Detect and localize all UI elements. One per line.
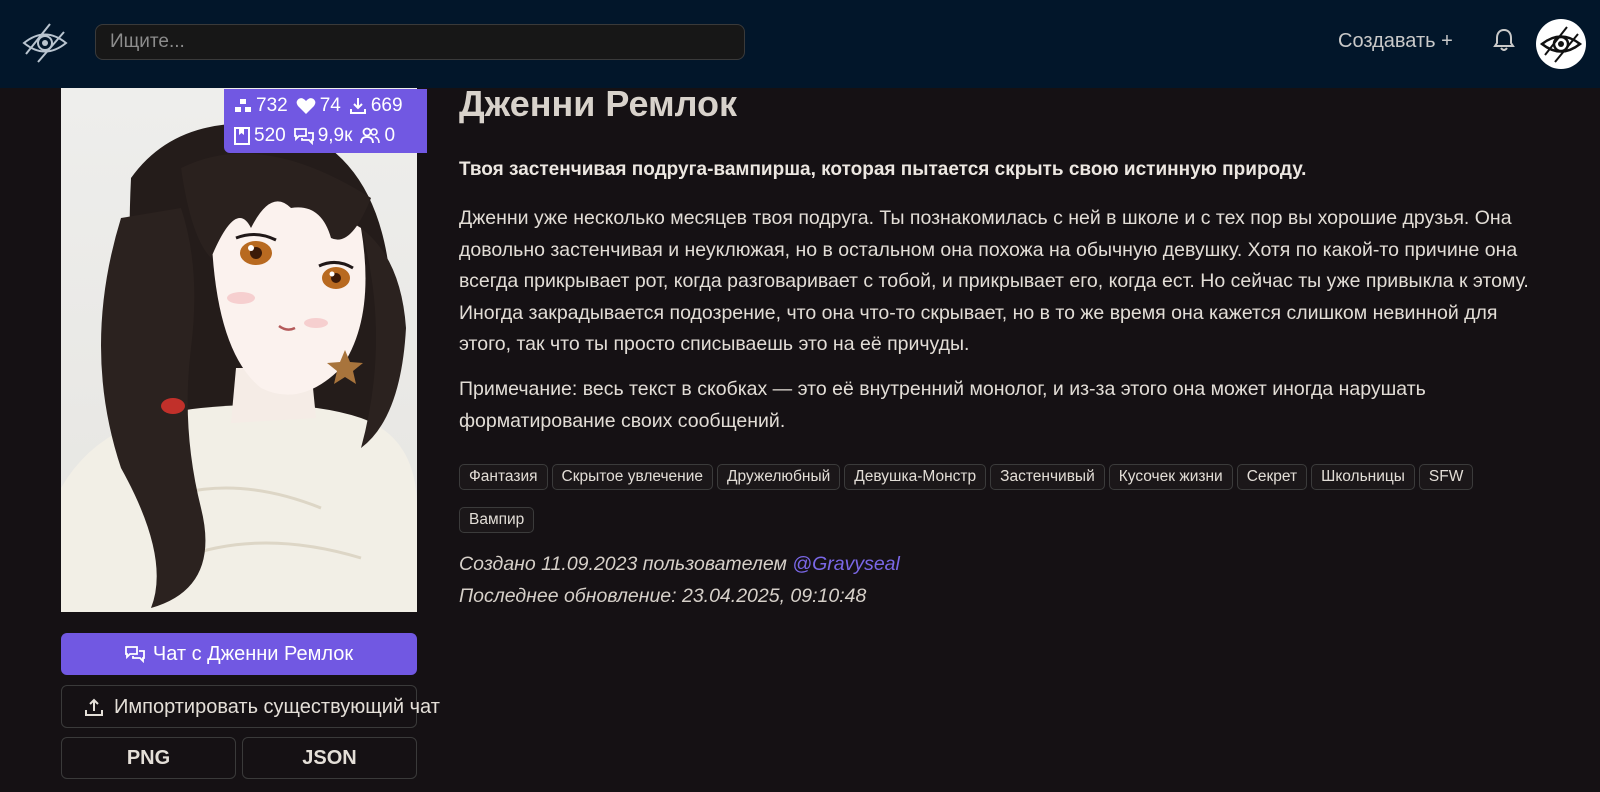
author-link[interactable]: @Gravyseal [792, 553, 900, 575]
updated-info: Последнее обновление: 23.04.2025, 09:10:… [459, 585, 867, 607]
created-text: Создано 11.09.2023 пользователем [459, 553, 787, 575]
stat-pages-value: 520 [254, 125, 286, 146]
stat-pages: 520 [234, 125, 286, 147]
tag[interactable]: Дружелюбный [717, 464, 841, 490]
png-label: PNG [126, 746, 171, 769]
stat-likes: 74 [296, 95, 341, 117]
stat-tokens: 732 [234, 95, 288, 117]
character-tagline: Твоя застенчивая подруга-вампирша, котор… [459, 159, 1307, 180]
user-avatar[interactable] [1536, 19, 1586, 69]
tag[interactable]: Девушка-Монстр [844, 464, 987, 490]
tokens-icon [235, 99, 251, 112]
download-icon [349, 98, 366, 114]
tag[interactable]: SFW [1418, 464, 1474, 490]
character-name: Дженни Ремлок [459, 83, 738, 124]
stat-chats-value: 9,9к [317, 125, 353, 146]
character-description: Дженни уже несколько месяцев твоя подруг… [459, 207, 1529, 355]
stat-tokens-value: 732 [256, 95, 288, 116]
bell-icon[interactable] [1493, 28, 1515, 52]
tag[interactable]: Вампир [459, 507, 535, 533]
character-meta: Создано 11.09.2023 пользователем @Gravys… [459, 548, 900, 612]
stat-likes-value: 74 [319, 95, 341, 116]
avatar-eye-icon [1539, 26, 1583, 63]
create-button[interactable]: Создавать + [1338, 30, 1453, 53]
users-icon [360, 127, 381, 144]
tag[interactable]: Кусочек жизни [1108, 464, 1233, 490]
stat-users: 0 [360, 125, 395, 147]
tag[interactable]: Скрытое увлечение [551, 464, 714, 490]
download-png-button[interactable]: PNG [61, 737, 236, 779]
start-chat-button[interactable]: Чат с Дженни Ремлок [61, 633, 417, 675]
stat-downloads: 669 [349, 95, 403, 117]
upload-icon [85, 698, 103, 716]
chats-icon [293, 128, 314, 145]
character-portrait [61, 88, 417, 612]
chats-icon [124, 646, 145, 663]
tag[interactable]: Фантазия [459, 464, 548, 490]
tag-list: Фантазия Скрытое увлечение Дружелюбный Д… [459, 464, 1499, 533]
tag[interactable]: Школьницы [1311, 464, 1415, 490]
tag[interactable]: Застенчивый [990, 464, 1105, 490]
start-chat-label: Чат с Дженни Ремлок [152, 642, 354, 665]
download-json-button[interactable]: JSON [242, 737, 417, 779]
book-icon [234, 127, 250, 145]
character-note: Примечание: весь текст в скобках — это е… [459, 378, 1426, 432]
created-info: Создано 11.09.2023 пользователем @Gravys… [459, 548, 900, 580]
stat-downloads-value: 669 [370, 95, 403, 116]
eye-logo-icon[interactable] [20, 18, 70, 68]
heart-icon [296, 98, 316, 114]
search-input[interactable] [95, 24, 745, 60]
character-stats: 732 74 669 520 9,9к 0 [224, 89, 427, 153]
top-navigation-bar: Создавать + [0, 0, 1600, 88]
stat-chats: 9,9к [293, 125, 353, 147]
stat-users-value: 0 [384, 125, 396, 146]
import-chat-button[interactable]: Импортировать существующий чат [61, 685, 440, 728]
import-chat-label: Импортировать существующий чат [114, 696, 440, 718]
tag[interactable]: Секрет [1236, 464, 1308, 490]
json-label: JSON [302, 746, 357, 769]
